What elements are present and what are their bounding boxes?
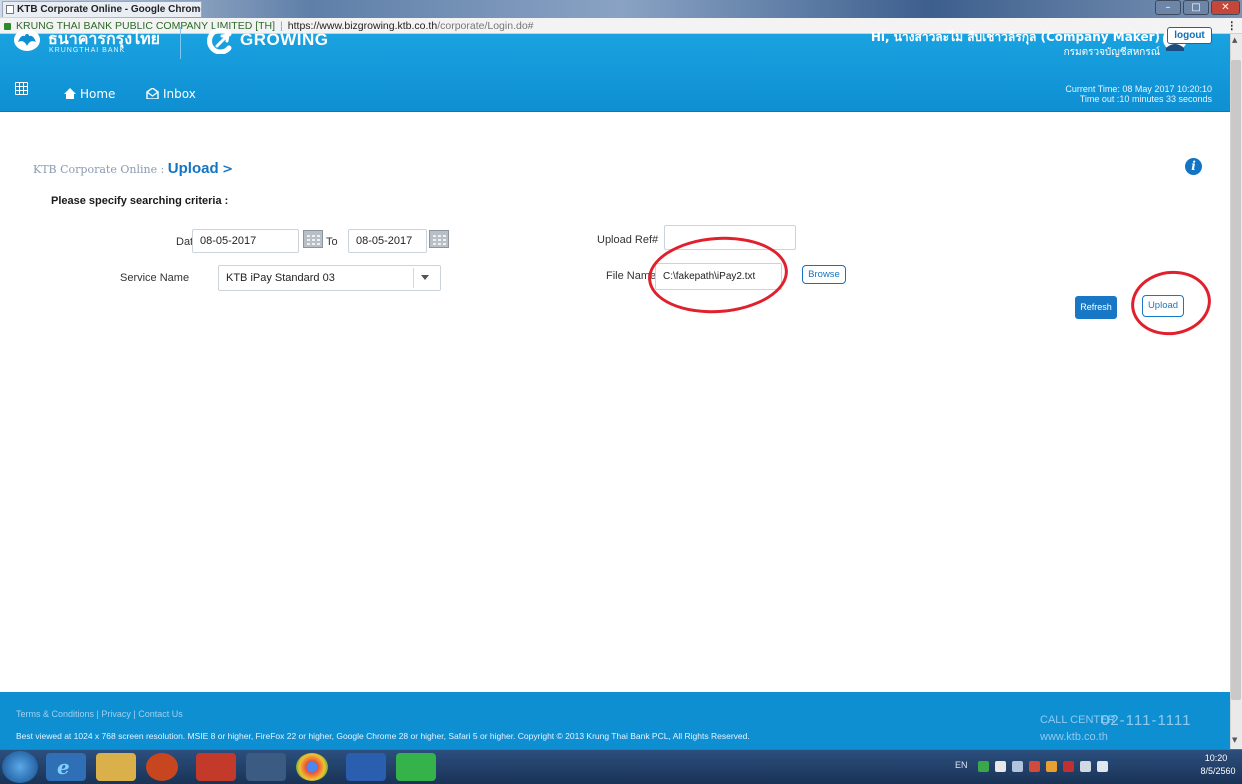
minimize-window-button[interactable]: –: [1155, 0, 1181, 15]
maximize-window-button[interactable]: □: [1183, 0, 1209, 15]
chrome-icon[interactable]: [296, 753, 328, 781]
bank-name-english: KRUNGTHAI BANK: [49, 47, 126, 54]
page-favicon-icon: [6, 5, 14, 14]
word-icon[interactable]: [346, 753, 386, 781]
breadcrumb-current: Upload: [167, 160, 219, 177]
scroll-down-icon[interactable]: ▼: [1232, 736, 1237, 744]
date-from-input[interactable]: 08-05-2017: [192, 229, 299, 253]
info-icon[interactable]: i: [1185, 158, 1202, 175]
product-by-label: by KTB: [266, 27, 286, 33]
utility-app-icon[interactable]: [246, 753, 286, 781]
close-window-button[interactable]: ✕: [1211, 0, 1240, 15]
tray-app-icon[interactable]: [978, 761, 989, 772]
ktb-logo-icon[interactable]: [12, 28, 42, 52]
taskbar-clock-time[interactable]: 10:20: [1196, 753, 1236, 763]
calendar-icon[interactable]: [303, 230, 323, 248]
service-name-label: Service Name: [120, 272, 190, 284]
nav-home-link[interactable]: Home: [64, 87, 115, 101]
tray-flag-icon[interactable]: [1063, 761, 1074, 772]
nav-inbox-link[interactable]: Inbox: [146, 87, 196, 101]
footer-copyright: Best viewed at 1024 x 768 screen resolut…: [16, 731, 750, 741]
tray-volume-icon[interactable]: [1097, 761, 1108, 772]
date-to-input[interactable]: 08-05-2017: [348, 229, 427, 253]
upload-ref-label: Upload Ref#: [597, 234, 659, 246]
browser-title-bar: KTB Corporate Online - Google Chrome: [0, 0, 1242, 18]
browse-button[interactable]: Browse: [802, 265, 846, 284]
annotation-circle-upload: [1126, 265, 1216, 341]
calendar-icon[interactable]: [429, 230, 449, 248]
language-indicator[interactable]: EN: [955, 760, 968, 770]
tray-app-icon[interactable]: [995, 761, 1006, 772]
ie-browser-icon[interactable]: e: [46, 753, 86, 781]
scrollbar-thumb[interactable]: [1231, 60, 1241, 700]
inbox-icon: [146, 87, 159, 100]
taskbar-clock-date[interactable]: 8/5/2560: [1196, 766, 1240, 776]
footer-links[interactable]: Terms & Conditions | Privacy | Contact U…: [16, 709, 183, 719]
media-player-icon[interactable]: [196, 753, 236, 781]
service-name-value: KTB iPay Standard 03: [226, 272, 335, 284]
date-to-label: To: [326, 236, 338, 248]
windows-start-button[interactable]: [2, 751, 38, 783]
home-icon: [64, 88, 76, 99]
nav-inbox-label: Inbox: [163, 87, 196, 101]
nav-home-label: Home: [80, 87, 116, 101]
breadcrumb-prefix[interactable]: KTB Corporate Online :: [33, 163, 164, 176]
header-divider: [180, 27, 181, 59]
tray-network-icon[interactable]: [1080, 761, 1091, 772]
tray-app-icon[interactable]: [1046, 761, 1057, 772]
apps-grid-icon[interactable]: [15, 82, 28, 95]
user-department: กรมตรวจบัญชีสหกรณ์: [1063, 47, 1160, 58]
firefox-icon[interactable]: [146, 753, 178, 781]
secure-lock-icon: [4, 22, 11, 30]
search-criteria-title: Please specify searching criteria :: [51, 195, 229, 207]
browser-menu-icon[interactable]: ⋮: [1227, 18, 1238, 34]
call-center-number: 02-111-1111: [1101, 712, 1192, 729]
service-name-select[interactable]: KTB iPay Standard 03: [218, 265, 441, 291]
biz-growing-logo-icon[interactable]: [205, 28, 239, 54]
select-divider: [413, 268, 414, 288]
line-app-icon[interactable]: [396, 753, 436, 781]
browser-tab-title: KTB Corporate Online - Google Chrome: [17, 4, 202, 15]
breadcrumb-arrow: >: [222, 162, 234, 177]
session-timeout: Time out :10 minutes 33 seconds: [1079, 94, 1212, 104]
current-time: Current Time: 08 May 2017 10:20:10: [1065, 84, 1212, 94]
url-path: /corporate/Login.do#: [437, 20, 534, 32]
chevron-down-icon[interactable]: [421, 275, 429, 280]
refresh-button[interactable]: Refresh: [1075, 296, 1117, 319]
logout-button[interactable]: logout: [1167, 27, 1212, 44]
screen: KTB Corporate Online - Google Chrome – □…: [0, 0, 1242, 784]
browser-tab[interactable]: KTB Corporate Online - Google Chrome: [2, 1, 202, 17]
product-name: GROWING: [240, 30, 329, 49]
tray-app-icon[interactable]: [1012, 761, 1023, 772]
scroll-up-icon[interactable]: ▲: [1232, 36, 1237, 44]
file-explorer-icon[interactable]: [96, 753, 136, 781]
breadcrumb: KTB Corporate Online : Upload >: [33, 160, 233, 177]
footer-website-link[interactable]: www.ktb.co.th: [1040, 731, 1108, 743]
tray-app-icon[interactable]: [1029, 761, 1040, 772]
